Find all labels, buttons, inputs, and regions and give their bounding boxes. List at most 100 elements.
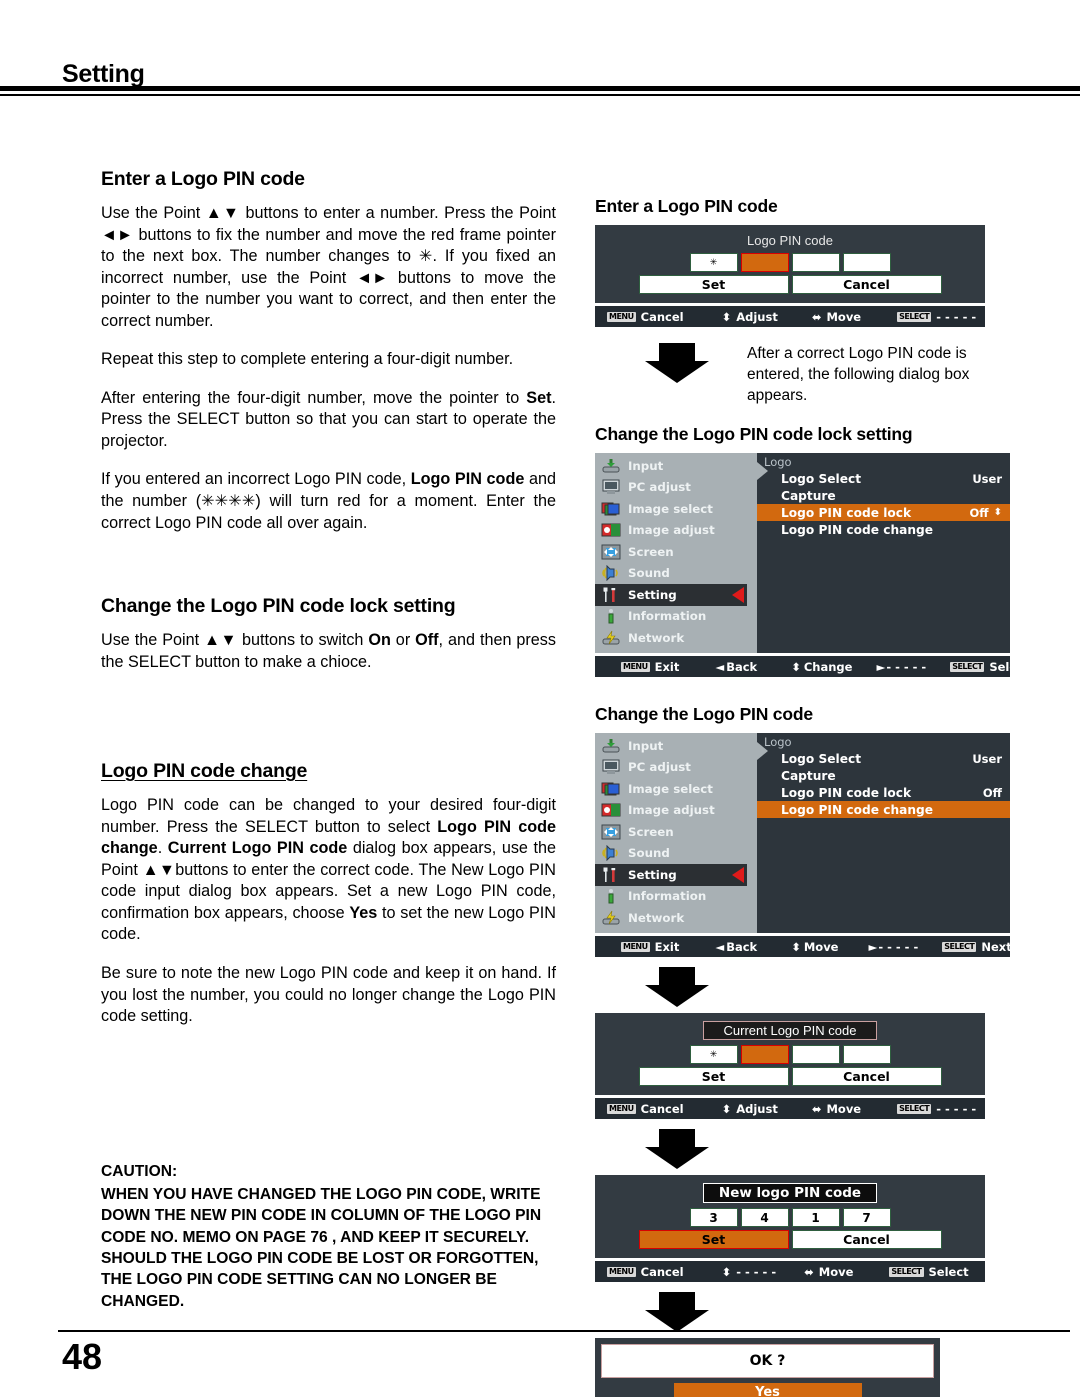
footer-rule	[58, 1330, 1070, 1332]
updown-icon: ⬍	[791, 659, 801, 674]
osd-hint-bar: MENU Cancel ⬍ Adjust ⬌ Move SELECT - - - - -	[595, 1098, 985, 1120]
item-label: Logo PIN code change	[781, 522, 934, 537]
heading-enter-logo-pin-code: Enter a Logo PIN code	[101, 168, 305, 190]
menu-item-logo-select[interactable]: Logo Select User	[757, 470, 1010, 487]
cancel-button[interactable]: Cancel	[791, 275, 942, 294]
menu-item-logo-select[interactable]: Logo Select User	[757, 750, 1010, 767]
pin-digit-1[interactable]	[740, 253, 789, 272]
sidebar-item-network[interactable]: Network	[595, 627, 747, 649]
menu-item-capture[interactable]: Capture	[757, 487, 1010, 504]
pin-digit-3[interactable]	[842, 253, 891, 272]
item-label: Capture	[781, 768, 836, 783]
cancel-button[interactable]: Cancel	[791, 1230, 942, 1250]
pin-digit-3[interactable]: 7	[842, 1208, 891, 1228]
select-keycap: SELECT	[950, 661, 985, 672]
running-head: Setting	[62, 60, 145, 88]
sidebar-label: Network	[628, 910, 685, 925]
spinner-icon[interactable]: ⬍	[994, 507, 1002, 518]
sidebar-item-sound[interactable]: Sound	[595, 843, 747, 865]
sidebar-item-screen[interactable]: Screen	[595, 821, 747, 843]
sidebar-item-input[interactable]: Input	[595, 735, 747, 757]
set-button[interactable]: Set	[638, 1230, 789, 1250]
dialog-title: Current Logo PIN code	[703, 1021, 877, 1041]
menu-item-logo-pin-code-lock[interactable]: Logo PIN code lock Off	[757, 784, 1010, 801]
sidebar-item-image-adjust[interactable]: Image adjust	[595, 800, 747, 822]
sound-icon	[601, 565, 621, 582]
hint-label-2: Adjust	[736, 1101, 778, 1116]
pc-adjust-icon	[601, 759, 621, 775]
updown-icon: ⬍	[721, 1101, 732, 1116]
figure-heading-change-lock-setting: Change the Logo PIN code lock setting	[595, 424, 913, 445]
menu-item-logo-pin-code-lock[interactable]: Logo PIN code lock Off ⬍	[757, 504, 1010, 522]
sidebar-item-pc-adjust[interactable]: PC adjust	[595, 757, 747, 779]
pin-digit-0[interactable]: 3	[689, 1208, 738, 1228]
image-select-icon	[601, 781, 621, 797]
paragraph-enter-pin-2: Repeat this step to complete entering a …	[101, 350, 514, 369]
hint-label-1: Exit	[654, 659, 680, 674]
hint-label-1: Cancel	[640, 309, 684, 324]
sidebar-label: Image adjust	[628, 523, 715, 538]
sidebar-item-image-select[interactable]: Image select	[595, 778, 747, 800]
sidebar-item-pc-adjust[interactable]: PC adjust	[595, 477, 747, 499]
down-arrow-icon-2	[645, 967, 709, 1008]
osd-hint-bar: MENU Cancel ⬍ - - - - - ⬌ Move SELECT Select	[595, 1261, 985, 1283]
sidebar-item-sound[interactable]: Sound	[595, 563, 747, 585]
sidebar-item-network[interactable]: Network	[595, 907, 747, 929]
pc-adjust-icon	[601, 479, 621, 495]
menu-item-capture[interactable]: Capture	[757, 767, 1010, 784]
osd-dialog-logo-pin-code: Logo PIN code ✳ Set Cancel MENU Cancel ⬍ A…	[595, 225, 985, 327]
pin-digit-3[interactable]	[842, 1045, 891, 1065]
sidebar-label: Image select	[628, 501, 713, 516]
network-icon	[601, 630, 621, 646]
hint-label-4: Select	[928, 1264, 969, 1279]
set-button[interactable]: Set	[638, 1067, 789, 1087]
pin-digit-1[interactable]: 4	[740, 1208, 789, 1228]
menu-item-logo-pin-code-change[interactable]: Logo PIN code change	[757, 801, 1010, 819]
caution-title: CAUTION:	[101, 1163, 178, 1180]
right-arrow-icon: ►	[876, 659, 886, 674]
select-keycap: SELECT	[897, 311, 932, 322]
sidebar-item-setting[interactable]: Setting	[595, 864, 747, 886]
pin-digit-2[interactable]	[791, 1045, 840, 1065]
osd-hint-bar: MENU Exit ◄ Back ⬍ Move ► - - - - - SELECT Ne…	[595, 936, 1012, 958]
sidebar-item-information[interactable]: Information	[595, 886, 747, 908]
set-button[interactable]: Set	[638, 275, 789, 294]
menu-keycap: MENU	[607, 1103, 636, 1114]
caution-body: WHEN YOU HAVE CHANGED THE LOGO PIN CODE,…	[101, 1186, 542, 1310]
hint-label-1: Exit	[654, 939, 680, 954]
sidebar-item-screen[interactable]: Screen	[595, 541, 747, 563]
item-value: Off	[969, 505, 989, 520]
pin-digit-2[interactable]: 1	[791, 1208, 840, 1228]
item-label: Capture	[781, 488, 836, 503]
cancel-button[interactable]: Cancel	[791, 1067, 942, 1087]
yes-button[interactable]: Yes	[673, 1383, 862, 1397]
sidebar-label: Input	[628, 738, 664, 753]
flow-note-1: After a correct Logo PIN code is entered…	[595, 343, 1015, 406]
sidebar-label: Input	[628, 458, 664, 473]
sidebar-item-information[interactable]: Information	[595, 606, 747, 628]
input-icon	[601, 458, 621, 474]
sidebar-label: Information	[628, 889, 707, 904]
sidebar-label: PC adjust	[628, 480, 691, 495]
menu-item-logo-pin-code-change[interactable]: Logo PIN code change	[757, 521, 1010, 538]
leftright-icon: ⬌	[811, 309, 822, 324]
right-arrow-icon: ►	[868, 939, 878, 954]
sidebar-label: Screen	[628, 824, 674, 839]
dialog-button-row: Set Cancel	[595, 1067, 985, 1087]
leftright-icon: ⬌	[804, 1264, 814, 1279]
pin-digit-0[interactable]: ✳	[689, 1045, 738, 1065]
sidebar-label: Network	[628, 630, 685, 645]
pin-digit-0[interactable]: ✳	[689, 253, 738, 272]
menu-panel: Logo Logo Select User Capture Logo PIN co…	[757, 733, 1010, 934]
sidebar-item-setting[interactable]: Setting	[595, 584, 747, 606]
sidebar-item-image-adjust[interactable]: Image adjust	[595, 520, 747, 542]
hint-label-2: Back	[726, 939, 758, 954]
sidebar-item-image-select[interactable]: Image select	[595, 498, 747, 520]
pin-digit-1[interactable]	[740, 1045, 789, 1065]
page-number: 48	[62, 1336, 103, 1377]
pin-digit-2[interactable]	[791, 253, 840, 272]
paragraph-pin-change-note: Be sure to note the new Logo PIN code an…	[101, 964, 556, 1026]
updown-icon: ⬍	[721, 1264, 732, 1279]
sidebar-item-input[interactable]: Input	[595, 455, 747, 477]
paragraph-enter-pin-3: After entering the four-digit number, mo…	[101, 388, 556, 450]
